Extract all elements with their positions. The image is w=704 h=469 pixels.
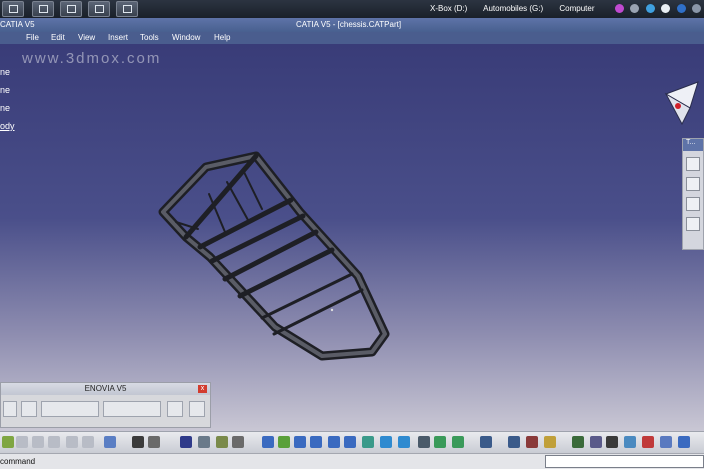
enovia-tool-icon[interactable] (167, 401, 183, 417)
os-taskbar: X-Box (D:) Automobiles (G:) Computer (0, 0, 704, 18)
enovia-tool-icon[interactable] (21, 401, 37, 417)
taskbar-app-button[interactable] (60, 1, 82, 17)
table-icon[interactable] (180, 436, 192, 448)
app-icon (67, 5, 76, 13)
taskbar-app-button[interactable] (2, 1, 24, 17)
tray-icon[interactable] (677, 4, 686, 13)
drive-list: X-Box (D:) Automobiles (G:) Computer (430, 4, 609, 13)
enovia-title: ENOVIA V5 (84, 384, 127, 393)
enovia-tool-button[interactable] (103, 401, 161, 417)
app-icon (95, 5, 104, 13)
formula-icon[interactable] (132, 436, 144, 448)
tool-icon[interactable] (452, 436, 464, 448)
window-titlebar: CATIA V5 CATIA V5 - [chessis.CATPart] (0, 18, 704, 32)
tool-icon[interactable] (642, 436, 654, 448)
zoom-out-icon[interactable] (344, 436, 356, 448)
window-title: CATIA V5 - [chessis.CATPart] (296, 20, 402, 29)
tool-icon[interactable] (526, 436, 538, 448)
floating-toolbar-right: T... (682, 138, 704, 250)
tool-icon[interactable] (480, 436, 492, 448)
3d-viewport[interactable]: www.3dmox.com ne ne ne ody (0, 44, 704, 431)
menu-window[interactable]: Window (172, 33, 200, 42)
tray-icon[interactable] (692, 4, 701, 13)
compass-icon[interactable] (660, 80, 704, 140)
views-icon[interactable] (380, 436, 392, 448)
app-name: CATIA V5 (0, 20, 35, 29)
menu-help[interactable]: Help (214, 33, 230, 42)
rotate-icon[interactable] (310, 436, 322, 448)
menu-edit[interactable]: Edit (51, 33, 65, 42)
drive-x-box[interactable]: X-Box (D:) (430, 4, 467, 13)
app-icon (123, 5, 132, 13)
close-icon[interactable]: x (198, 385, 207, 393)
enovia-toolbar: ENOVIA V5 x (0, 382, 211, 428)
tool-icon[interactable] (2, 436, 14, 448)
hide-show-icon[interactable] (418, 436, 430, 448)
menu-file[interactable]: File (26, 33, 39, 42)
tool-icon[interactable] (572, 436, 584, 448)
status-bar: command (0, 453, 704, 469)
tool-icon[interactable] (104, 436, 116, 448)
tool-icon[interactable] (216, 436, 228, 448)
render-style-icon[interactable] (398, 436, 410, 448)
axis-icon[interactable] (590, 436, 602, 448)
enovia-logo-icon (3, 401, 17, 417)
cut-icon[interactable] (16, 436, 28, 448)
tray-icon[interactable] (661, 4, 670, 13)
tool-icon[interactable] (686, 217, 700, 231)
tool-icon[interactable] (678, 436, 690, 448)
menu-tools[interactable]: Tools (140, 33, 159, 42)
tool-icon[interactable] (148, 436, 160, 448)
enovia-header: ENOVIA V5 x (1, 383, 210, 395)
status-message: command (0, 457, 36, 466)
app-icon (9, 5, 18, 13)
drive-computer[interactable]: Computer (559, 4, 594, 13)
undo-icon[interactable] (66, 436, 78, 448)
tray-icon[interactable] (630, 4, 639, 13)
enovia-search-button[interactable] (41, 401, 99, 417)
toolbar-title: T... (683, 139, 703, 151)
measure-icon[interactable] (508, 436, 520, 448)
menu-insert[interactable]: Insert (108, 33, 128, 42)
normal-view-icon[interactable] (362, 436, 374, 448)
scale-icon[interactable] (606, 436, 618, 448)
fly-icon[interactable] (262, 436, 274, 448)
grid-icon[interactable] (686, 197, 700, 211)
drive-automobiles[interactable]: Automobiles (G:) (483, 4, 543, 13)
standard-toolbar (0, 431, 704, 453)
pan-icon[interactable] (294, 436, 306, 448)
tool-icon[interactable] (198, 436, 210, 448)
taskbar-app-button[interactable] (32, 1, 54, 17)
command-input[interactable] (545, 455, 704, 468)
menu-bar: File Edit View Insert Tools Window Help (0, 32, 704, 44)
tray-icon[interactable] (615, 4, 624, 13)
chassis-model[interactable] (0, 44, 704, 431)
tool-icon[interactable] (686, 177, 700, 191)
tool-icon[interactable] (686, 157, 700, 171)
tool-icon[interactable] (660, 436, 672, 448)
paste-icon[interactable] (48, 436, 60, 448)
fit-all-icon[interactable] (278, 436, 290, 448)
redo-icon[interactable] (82, 436, 94, 448)
app-icon (39, 5, 48, 13)
enovia-tool-icon[interactable] (189, 401, 205, 417)
copy-icon[interactable] (32, 436, 44, 448)
zoom-in-icon[interactable] (328, 436, 340, 448)
tool-icon[interactable] (232, 436, 244, 448)
swap-space-icon[interactable] (434, 436, 446, 448)
taskbar-app-button[interactable] (88, 1, 110, 17)
tool-icon[interactable] (544, 436, 556, 448)
tray-icon[interactable] (646, 4, 655, 13)
taskbar-app-button[interactable] (116, 1, 138, 17)
menu-view[interactable]: View (78, 33, 95, 42)
tool-icon[interactable] (624, 436, 636, 448)
